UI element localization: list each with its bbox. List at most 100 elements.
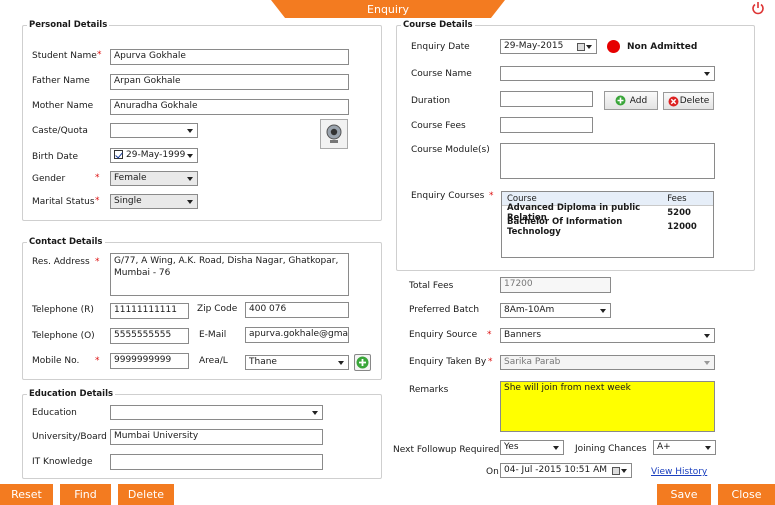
delete-icon xyxy=(668,96,679,106)
father-name-input[interactable]: Arpan Gokhale xyxy=(110,74,349,90)
birth-date-value: 29-May-1999 xyxy=(126,150,186,160)
total-fees-label: Total Fees xyxy=(409,281,454,291)
next-followup-select[interactable]: Yes xyxy=(500,440,564,455)
enquiry-courses-label: Enquiry Courses xyxy=(411,191,485,201)
enquiry-source-label: Enquiry Source xyxy=(409,330,478,340)
marital-status-value: Single xyxy=(114,196,142,206)
chevron-down-icon xyxy=(312,411,318,415)
required-marker: * xyxy=(95,257,100,267)
telephone-o-input[interactable]: 5555555555 xyxy=(110,328,189,344)
birth-date-picker[interactable]: 29-May-1999 xyxy=(110,148,198,163)
chevron-down-icon xyxy=(338,361,344,365)
webcam-icon xyxy=(326,124,342,143)
remarks-textarea[interactable]: She will join from next week xyxy=(500,381,715,432)
required-marker: * xyxy=(95,356,100,366)
required-marker: * xyxy=(95,196,100,206)
course-fees-label: Course Fees xyxy=(411,121,466,131)
required-marker: * xyxy=(489,191,494,201)
it-knowledge-input[interactable] xyxy=(110,454,323,470)
caste-select[interactable] xyxy=(110,123,198,138)
joining-chances-label: Joining Chances xyxy=(575,444,647,454)
delete-course-button[interactable]: Delete xyxy=(663,92,714,110)
chevron-down-icon xyxy=(600,309,606,313)
zip-code-input[interactable]: 400 076 xyxy=(245,302,349,318)
birth-date-label: Birth Date xyxy=(32,152,78,162)
table-row[interactable]: Bachelor Of Information Technology 12000 xyxy=(502,217,713,237)
calendar-icon xyxy=(577,43,585,51)
enquiry-courses-grid[interactable]: Course Fees Advanced Diploma in public R… xyxy=(501,191,714,258)
find-button[interactable]: Find xyxy=(60,484,111,505)
mother-name-input[interactable]: Anuradha Gokhale xyxy=(110,99,349,115)
add-course-label: Add xyxy=(629,95,648,106)
father-name-label: Father Name xyxy=(32,76,90,86)
telephone-r-input[interactable]: 11111111111 xyxy=(110,303,189,319)
duration-input[interactable] xyxy=(500,91,593,107)
marital-status-label: Marital Status xyxy=(32,197,95,207)
reset-button[interactable]: Reset xyxy=(0,484,53,505)
zip-code-label: Zip Code xyxy=(197,304,238,314)
enquiry-date-value: 29-May-2015 xyxy=(504,41,564,51)
chevron-down-icon xyxy=(187,200,193,204)
add-area-button[interactable] xyxy=(354,354,371,371)
address-textarea[interactable]: G/77, A Wing, A.K. Road, Disha Nagar, Gh… xyxy=(110,253,349,296)
enquiry-taken-by-label: Enquiry Taken By xyxy=(409,357,487,367)
chevron-down-icon xyxy=(705,446,711,450)
course-name-select[interactable] xyxy=(500,66,715,81)
telephone-r-label: Telephone (R) xyxy=(32,305,94,315)
enquiry-taken-by-value: Sarika Parab xyxy=(504,357,561,367)
admission-status: Non Admitted xyxy=(627,42,698,52)
plus-circle-icon xyxy=(615,95,626,106)
area-select[interactable]: Thane xyxy=(245,355,349,370)
view-history-link[interactable]: View History xyxy=(651,467,707,477)
gender-select[interactable]: Female xyxy=(110,171,198,186)
enquiry-date-picker[interactable]: 29-May-2015 xyxy=(500,39,597,54)
delete-button[interactable]: Delete xyxy=(118,484,174,505)
chevron-down-icon xyxy=(586,45,592,49)
followup-datetime-picker[interactable]: 04- Jul -2015 10:51 AM xyxy=(500,463,632,478)
preferred-batch-label: Preferred Batch xyxy=(409,305,480,315)
required-marker: * xyxy=(487,330,492,340)
enquiry-taken-by-select: Sarika Parab xyxy=(500,355,715,370)
mother-name-label: Mother Name xyxy=(32,101,94,111)
required-marker: * xyxy=(97,50,102,60)
area-label: Area/L xyxy=(199,356,228,366)
education-select[interactable] xyxy=(110,405,323,420)
marital-status-select[interactable]: Single xyxy=(110,194,198,209)
calendar-icon xyxy=(612,467,620,475)
plus-circle-icon xyxy=(356,356,369,369)
preferred-batch-select[interactable]: 8Am-10Am xyxy=(500,303,611,318)
next-followup-label: Next Followup Required xyxy=(393,445,500,455)
joining-chances-select[interactable]: A+ xyxy=(653,440,716,455)
preferred-batch-value: 8Am-10Am xyxy=(504,305,555,315)
power-icon[interactable] xyxy=(750,0,770,18)
webcam-button[interactable] xyxy=(320,119,348,149)
enquiry-source-select[interactable]: Banners xyxy=(500,328,715,343)
university-label: University/Board xyxy=(32,432,107,442)
remarks-label: Remarks xyxy=(409,385,449,395)
education-label: Education xyxy=(32,408,77,418)
personal-details-legend: Personal Details xyxy=(29,20,108,30)
close-button[interactable]: Close xyxy=(718,484,775,505)
chevron-down-icon xyxy=(704,361,710,365)
grid-cell-fees: 5200 xyxy=(667,208,691,218)
email-label: E-Mail xyxy=(199,330,227,340)
add-course-button[interactable]: Add xyxy=(604,91,658,110)
education-details-legend: Education Details xyxy=(29,389,114,399)
birth-date-checkbox[interactable] xyxy=(114,150,123,159)
chevron-down-icon xyxy=(187,154,193,158)
it-knowledge-label: IT Knowledge xyxy=(32,457,93,467)
mobile-input[interactable]: 9999999999 xyxy=(110,353,189,369)
email-input[interactable]: apurva.gokhale@gmail. xyxy=(245,327,349,343)
mobile-label: Mobile No. xyxy=(32,356,80,366)
gender-label: Gender xyxy=(32,174,66,184)
total-fees-input: 17200 xyxy=(500,277,611,293)
course-fees-input[interactable] xyxy=(500,117,593,133)
enquiry-source-value: Banners xyxy=(504,330,542,340)
course-modules-textarea[interactable] xyxy=(500,143,715,179)
student-name-input[interactable]: Apurva Gokhale xyxy=(110,49,349,65)
save-button[interactable]: Save xyxy=(657,484,711,505)
on-label: On xyxy=(486,467,499,477)
university-input[interactable]: Mumbai University xyxy=(110,429,323,445)
course-details-legend: Course Details xyxy=(403,20,473,30)
next-followup-value: Yes xyxy=(504,442,519,452)
